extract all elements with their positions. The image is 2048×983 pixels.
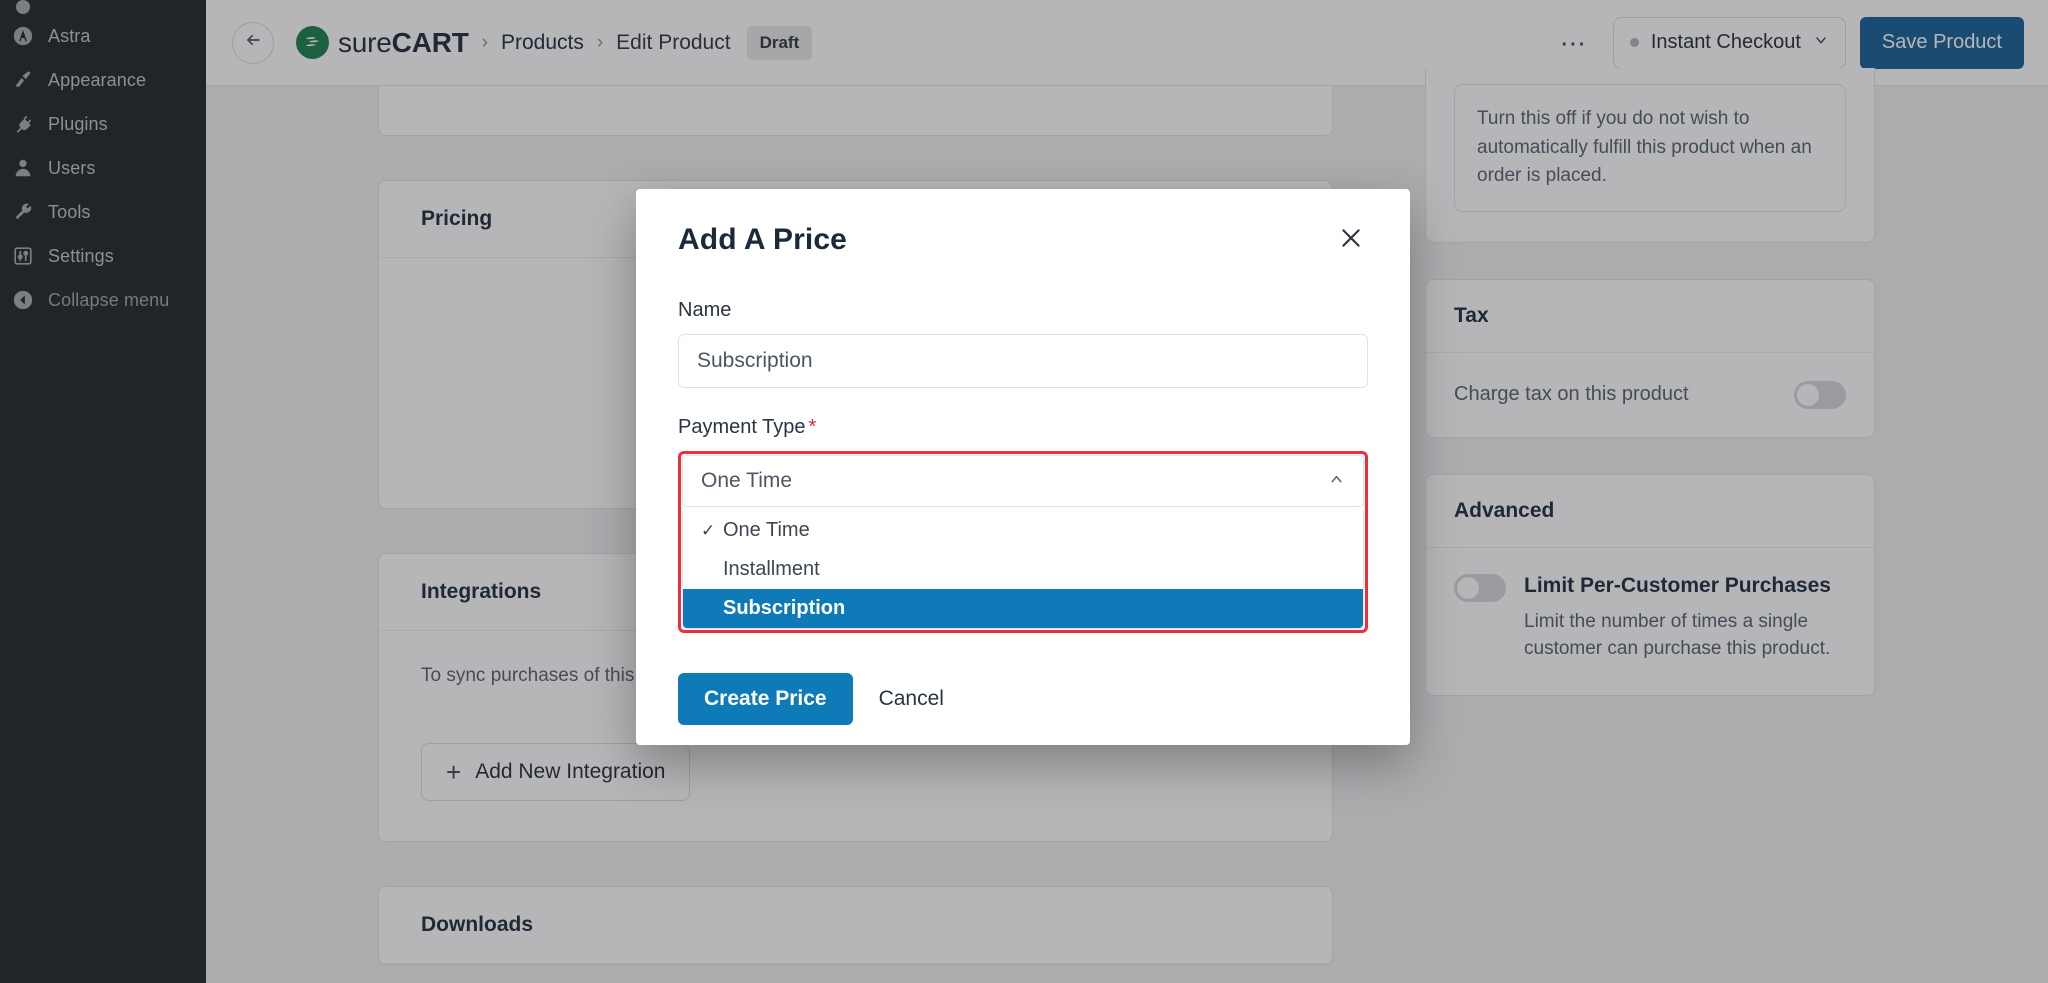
payment-type-select[interactable]: One Time [682, 455, 1364, 507]
add-a-price-modal: Add A Price Name Subscription Payment Ty… [636, 189, 1410, 745]
check-icon: ✓ [701, 520, 716, 540]
name-input[interactable]: Subscription [678, 334, 1368, 388]
name-label: Name [678, 299, 732, 321]
option-subscription[interactable]: Subscription [683, 589, 1363, 628]
payment-type-options-list: ✓ One Time Installment Subscription [682, 511, 1364, 629]
create-price-button[interactable]: Create Price [678, 673, 853, 725]
modal-body: Name Subscription Payment Type * One Time [636, 259, 1410, 633]
payment-type-label: Payment Type * [678, 416, 1368, 439]
option-one-time[interactable]: ✓ One Time [683, 511, 1363, 550]
payment-type-field-group: Payment Type * One Time ✓ One Time Insta… [678, 416, 1368, 633]
payment-type-select-focus-ring: One Time ✓ One Time Installment Subscrip… [678, 451, 1368, 633]
name-field-group: Name Subscription [678, 299, 1368, 388]
close-icon[interactable] [1334, 223, 1368, 259]
option-label: Subscription [723, 597, 846, 619]
payment-type-label-text: Payment Type [678, 416, 806, 438]
option-label: Installment [723, 558, 820, 580]
modal-header: Add A Price [636, 189, 1410, 259]
app-root: Astra Appearance Plugins Users Tools Set… [0, 0, 2048, 983]
cancel-button[interactable]: Cancel [879, 687, 944, 711]
modal-title: Add A Price [678, 223, 847, 256]
payment-type-selected-value: One Time [701, 469, 793, 492]
option-label: One Time [723, 519, 810, 541]
option-installment[interactable]: Installment [683, 550, 1363, 589]
required-asterisk: * [808, 416, 817, 438]
modal-actions: Create Price Cancel [636, 633, 1410, 725]
chevron-up-icon [1328, 471, 1345, 492]
